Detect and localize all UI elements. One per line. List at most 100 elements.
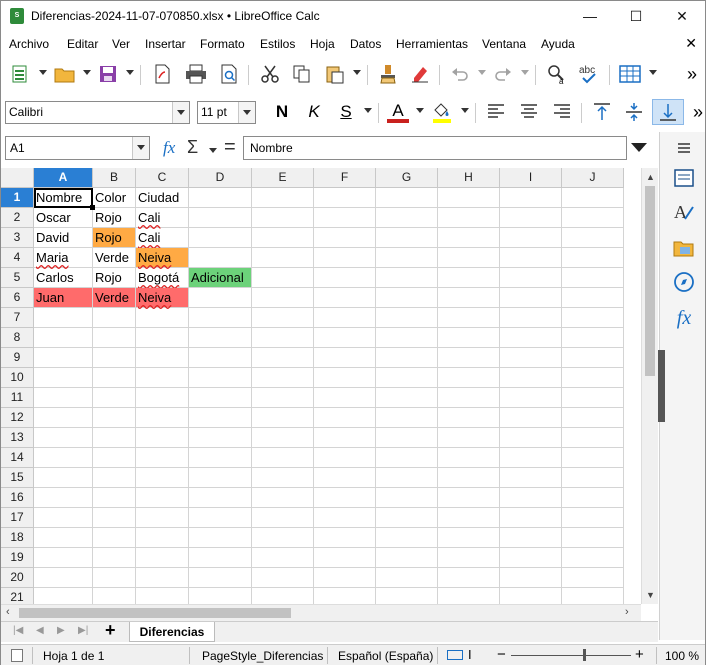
cell-a1[interactable]: Nombre <box>34 188 93 208</box>
cell-b1[interactable]: Color <box>93 188 136 208</box>
cell-e10[interactable] <box>252 368 314 388</box>
cell-c1[interactable]: Ciudad <box>136 188 189 208</box>
zoom-out-button[interactable]: − <box>497 646 506 663</box>
cell-h1[interactable] <box>438 188 500 208</box>
cell-h15[interactable] <box>438 468 500 488</box>
autofill-handle[interactable] <box>90 205 95 210</box>
row-header-20[interactable]: 20 <box>1 568 34 588</box>
cell-i18[interactable] <box>500 528 562 548</box>
column-header-j[interactable]: J <box>562 168 624 188</box>
cell-f18[interactable] <box>314 528 376 548</box>
styles-icon[interactable]: A <box>672 200 696 224</box>
cell-b3[interactable]: Rojo <box>93 228 136 248</box>
cell-d7[interactable] <box>189 308 252 328</box>
cell-b10[interactable] <box>93 368 136 388</box>
cell-a10[interactable] <box>34 368 93 388</box>
cell-e12[interactable] <box>252 408 314 428</box>
add-sheet-button[interactable]: + <box>105 620 116 641</box>
cell-b20[interactable] <box>93 568 136 588</box>
cell-h13[interactable] <box>438 428 500 448</box>
background-color-dropdown-arrow[interactable] <box>461 108 469 113</box>
cell-h11[interactable] <box>438 388 500 408</box>
cell-a12[interactable] <box>34 408 93 428</box>
cell-f16[interactable] <box>314 488 376 508</box>
cell-f11[interactable] <box>314 388 376 408</box>
cell-a18[interactable] <box>34 528 93 548</box>
cell-h14[interactable] <box>438 448 500 468</box>
cell-j11[interactable] <box>562 388 624 408</box>
menu-ver[interactable]: Ver <box>112 37 130 51</box>
cell-d13[interactable] <box>189 428 252 448</box>
row-header-3[interactable]: 3 <box>1 228 34 248</box>
menu-insertar[interactable]: Insertar <box>145 37 186 51</box>
vertical-scroll-thumb[interactable] <box>645 186 655 376</box>
column-header-b[interactable]: B <box>93 168 136 188</box>
column-header-g[interactable]: G <box>376 168 438 188</box>
menu-archivo[interactable]: Archivo <box>9 37 49 51</box>
row-header-7[interactable]: 7 <box>1 308 34 328</box>
cell-b13[interactable] <box>93 428 136 448</box>
cell-b6[interactable]: Verde <box>93 288 136 308</box>
sidebar-menu-icon[interactable] <box>672 136 696 160</box>
cell-e20[interactable] <box>252 568 314 588</box>
cell-h3[interactable] <box>438 228 500 248</box>
cell-h8[interactable] <box>438 328 500 348</box>
cell-e1[interactable] <box>252 188 314 208</box>
cell-d20[interactable] <box>189 568 252 588</box>
cell-d14[interactable] <box>189 448 252 468</box>
row-header-16[interactable]: 16 <box>1 488 34 508</box>
cell-a9[interactable] <box>34 348 93 368</box>
cell-f8[interactable] <box>314 328 376 348</box>
toolbar-overflow-icon[interactable]: » <box>679 61 705 87</box>
row-header-21[interactable]: 21 <box>1 588 34 604</box>
bold-button[interactable]: N <box>269 99 295 125</box>
language-status[interactable]: Español (España) <box>338 649 433 663</box>
cell-b4[interactable]: Verde <box>93 248 136 268</box>
open-folder-icon[interactable] <box>52 61 78 87</box>
column-header-a[interactable]: A <box>34 168 93 188</box>
zoom-slider-thumb[interactable] <box>583 649 586 661</box>
cell-d12[interactable] <box>189 408 252 428</box>
cell-f4[interactable] <box>314 248 376 268</box>
cell-c5[interactable]: Bogotá <box>136 268 189 288</box>
cell-c3[interactable]: Cali <box>136 228 189 248</box>
cell-d10[interactable] <box>189 368 252 388</box>
cell-b18[interactable] <box>93 528 136 548</box>
cell-h6[interactable] <box>438 288 500 308</box>
menu-ayuda[interactable]: Ayuda <box>541 37 575 51</box>
cell-g20[interactable] <box>376 568 438 588</box>
cell-c6[interactable]: Neiva <box>136 288 189 308</box>
vertical-scrollbar[interactable]: ▲ ▼ <box>641 168 658 604</box>
cell-e16[interactable] <box>252 488 314 508</box>
zoom-percentage[interactable]: 100 % <box>665 649 699 663</box>
undo-dropdown-arrow[interactable] <box>478 70 486 75</box>
cell-c16[interactable] <box>136 488 189 508</box>
cell-a5[interactable]: Carlos <box>34 268 93 288</box>
cell-j9[interactable] <box>562 348 624 368</box>
selection-mode-icon[interactable] <box>447 650 463 660</box>
save-dropdown-arrow[interactable] <box>126 70 134 75</box>
cell-g4[interactable] <box>376 248 438 268</box>
cell-i14[interactable] <box>500 448 562 468</box>
cell-h19[interactable] <box>438 548 500 568</box>
cell-d11[interactable] <box>189 388 252 408</box>
cell-i10[interactable] <box>500 368 562 388</box>
cell-a20[interactable] <box>34 568 93 588</box>
menu-datos[interactable]: Datos <box>350 37 381 51</box>
cell-d4[interactable] <box>189 248 252 268</box>
row-header-13[interactable]: 13 <box>1 428 34 448</box>
scroll-up-icon[interactable]: ▲ <box>646 172 655 182</box>
cell-f17[interactable] <box>314 508 376 528</box>
clone-formatting-icon[interactable] <box>375 61 401 87</box>
align-right-icon[interactable] <box>549 99 575 125</box>
row-header-18[interactable]: 18 <box>1 528 34 548</box>
cell-b8[interactable] <box>93 328 136 348</box>
paste-dropdown-arrow[interactable] <box>353 70 361 75</box>
cell-g8[interactable] <box>376 328 438 348</box>
column-header-f[interactable]: F <box>314 168 376 188</box>
expand-formula-bar-icon[interactable] <box>631 143 647 152</box>
cell-g7[interactable] <box>376 308 438 328</box>
formula-input[interactable]: Nombre <box>243 136 627 160</box>
cell-j1[interactable] <box>562 188 624 208</box>
cell-g9[interactable] <box>376 348 438 368</box>
